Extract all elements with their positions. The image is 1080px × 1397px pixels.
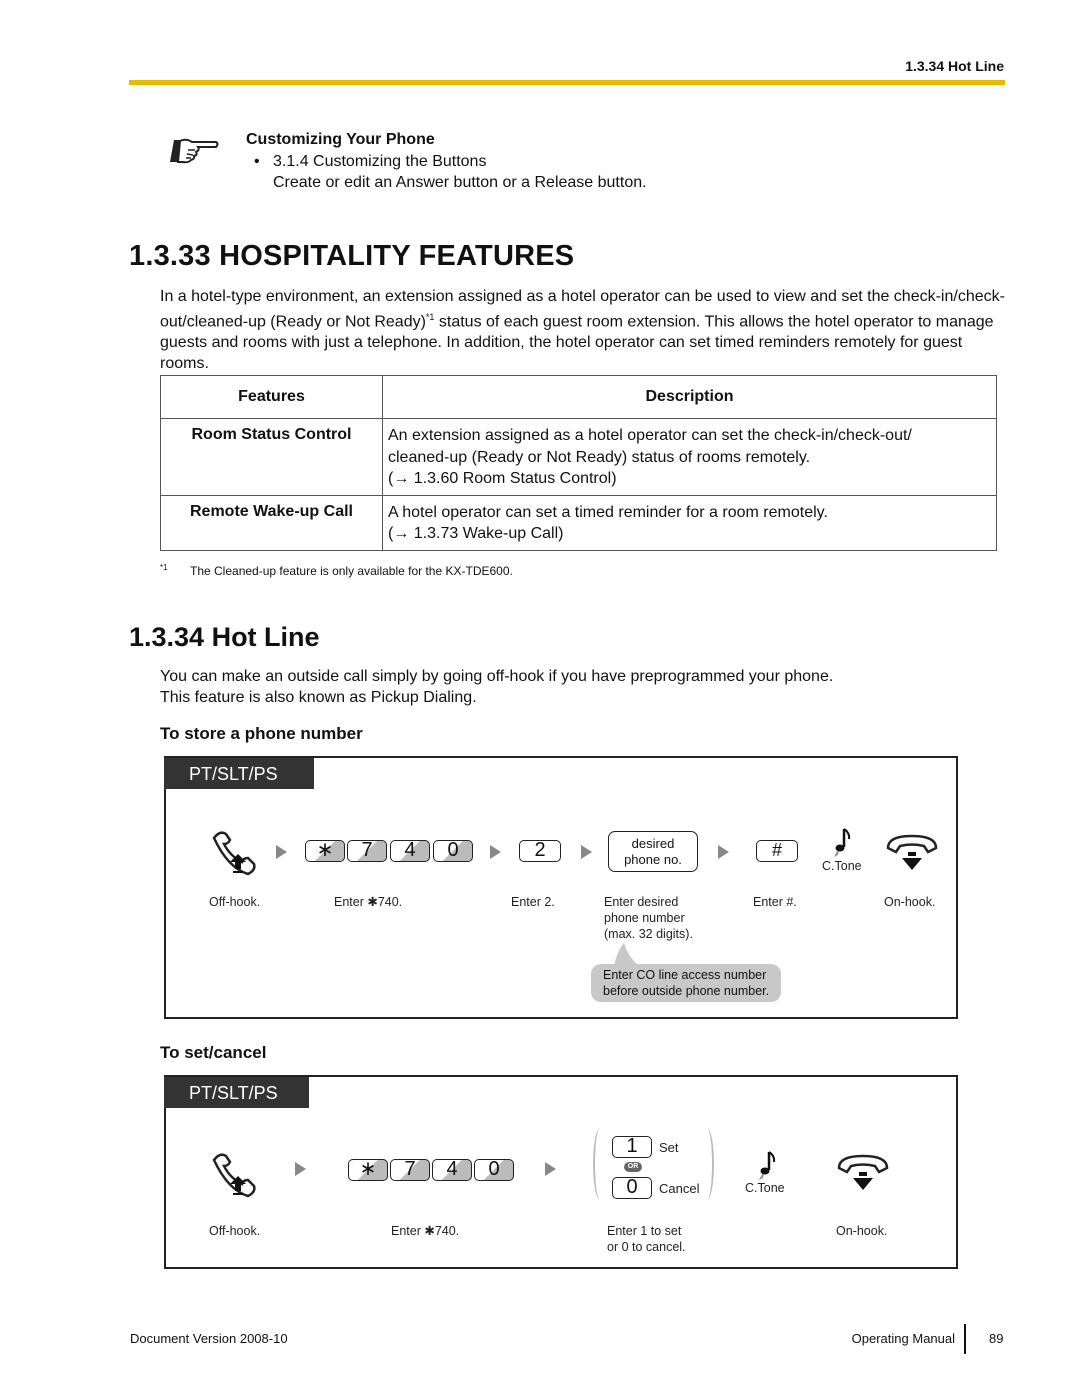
- key-0[interactable]: 0: [474, 1159, 514, 1181]
- feature-description: An extension assigned as a hotel operato…: [382, 418, 997, 496]
- step-label: Enter desired phone number (max. 32 digi…: [604, 894, 693, 942]
- off-hook-handset-icon: [212, 831, 256, 876]
- step-label: Off-hook.: [209, 895, 261, 909]
- cross-reference-link[interactable]: (→ 1.3.73 Wake-up Call): [388, 523, 992, 545]
- desc-line: A hotel operator can set a timed reminde…: [388, 503, 828, 521]
- tone-label: C.Tone: [745, 1181, 785, 1195]
- key-0[interactable]: 0: [433, 840, 473, 862]
- section-heading-hospitality: 1.3.33 HOSPITALITY FEATURES: [129, 240, 575, 272]
- key-4[interactable]: 4: [390, 840, 430, 862]
- step-label: Enter #.: [753, 895, 797, 909]
- cancel-label: Cancel: [659, 1181, 700, 1196]
- key-hash[interactable]: #: [756, 840, 798, 862]
- step-label: Enter 1 to set or 0 to cancel.: [607, 1223, 686, 1255]
- header-rule: [129, 80, 1005, 85]
- table-row: Remote Wake-up Call A hotel operator can…: [160, 494, 997, 551]
- step-label-line: (max. 32 digits).: [604, 927, 693, 941]
- step-label: On-hook.: [884, 895, 936, 909]
- reference-title: Customizing Your Phone: [246, 131, 435, 148]
- subheading-store: To store a phone number: [160, 724, 363, 743]
- step-label: Enter 2.: [511, 895, 555, 909]
- footnote-mark: *1: [160, 563, 168, 572]
- desired-label: phone no.: [624, 852, 682, 867]
- step-label: Enter ✱740.: [334, 895, 403, 909]
- desired-label: desired: [631, 836, 675, 851]
- reference-link[interactable]: 3.1.4 Customizing the Buttons: [273, 153, 486, 171]
- step-arrow-icon: [295, 1162, 306, 1176]
- reference-description: Create or edit an Answer button or a Rel…: [273, 174, 647, 191]
- intro-line: You can make an outside call simply by g…: [160, 668, 834, 685]
- key-7[interactable]: 7: [347, 840, 387, 862]
- step-label: Enter ✱740.: [391, 1224, 460, 1238]
- manual-name: Operating Manual: [851, 1331, 955, 1346]
- bullet: •: [254, 153, 260, 170]
- hotline-intro: You can make an outside call simply by g…: [160, 666, 833, 708]
- store-procedure-panel: [164, 756, 958, 1019]
- col-header-description: Description: [382, 375, 997, 419]
- key-4[interactable]: 4: [432, 1159, 472, 1181]
- step-label-line: Enter 1 to set: [607, 1224, 682, 1238]
- desc-line: cleaned-up (Ready or Not Ready) status o…: [388, 448, 811, 466]
- footer-divider: [964, 1324, 966, 1354]
- note-line: before outside phone number.: [603, 984, 770, 998]
- features-table: Features Description Room Status Control…: [160, 375, 997, 551]
- on-hook-handset-icon: [837, 1154, 889, 1190]
- table-header-row: Features Description: [160, 375, 997, 419]
- key-0-cancel[interactable]: 0: [612, 1177, 652, 1199]
- off-hook-handset-icon: [212, 1153, 256, 1198]
- note-line: Enter CO line access number: [603, 968, 767, 982]
- pointing-hand-icon: [170, 138, 219, 164]
- set-label: Set: [659, 1140, 679, 1155]
- cross-reference-link[interactable]: (→ 1.3.60 Room Status Control): [388, 468, 992, 490]
- desired-phone-number-box[interactable]: desired phone no.: [608, 831, 698, 872]
- feature-name: Room Status Control: [160, 418, 383, 496]
- note-bubble: Enter CO line access number before outsi…: [591, 964, 782, 1002]
- bracket-left: [593, 1128, 607, 1200]
- subheading-set-cancel: To set/cancel: [160, 1043, 267, 1062]
- key-star[interactable]: ∗: [305, 840, 345, 862]
- step-label-line: or 0 to cancel.: [607, 1240, 686, 1254]
- feature-description: A hotel operator can set a timed reminde…: [382, 494, 997, 551]
- feature-name: Remote Wake-up Call: [160, 494, 383, 551]
- step-arrow-icon: [718, 845, 729, 859]
- running-header: 1.3.34 Hot Line: [905, 58, 1004, 74]
- tone-label: C.Tone: [822, 859, 862, 873]
- desc-line: An extension assigned as a hotel operato…: [388, 427, 912, 444]
- step-label-line: phone number: [604, 911, 685, 925]
- intro-line: This feature is also known as Pickup Dia…: [160, 689, 477, 706]
- key-7[interactable]: 7: [390, 1159, 430, 1181]
- page-number: 89: [989, 1331, 1004, 1346]
- or-badge: OR: [624, 1162, 642, 1172]
- device-tag: PT/SLT/PS: [164, 758, 314, 789]
- section-heading-hotline: 1.3.34 Hot Line: [129, 622, 320, 652]
- hospitality-intro: In a hotel-type environment, an extensio…: [160, 286, 1010, 374]
- bracket-right: [700, 1128, 714, 1200]
- col-header-features: Features: [160, 375, 383, 419]
- confirmation-tone-icon: [759, 1151, 776, 1180]
- step-arrow-icon: [490, 845, 501, 859]
- footnote-text: The Cleaned-up feature is only available…: [190, 564, 513, 578]
- confirmation-tone-icon: [834, 828, 851, 857]
- step-label: Off-hook.: [209, 1224, 261, 1238]
- step-arrow-icon: [545, 1162, 556, 1176]
- step-label: On-hook.: [836, 1224, 888, 1238]
- on-hook-handset-icon: [886, 834, 938, 870]
- table-row: Room Status Control An extension assigne…: [160, 418, 997, 496]
- device-tag: PT/SLT/PS: [164, 1077, 309, 1108]
- step-arrow-icon: [276, 845, 287, 859]
- key-star[interactable]: ∗: [348, 1159, 388, 1181]
- key-2[interactable]: 2: [519, 840, 561, 862]
- key-1-set[interactable]: 1: [612, 1136, 652, 1158]
- step-arrow-icon: [581, 845, 592, 859]
- document-version: Document Version 2008-10: [130, 1331, 288, 1346]
- step-label-line: Enter desired: [604, 895, 679, 909]
